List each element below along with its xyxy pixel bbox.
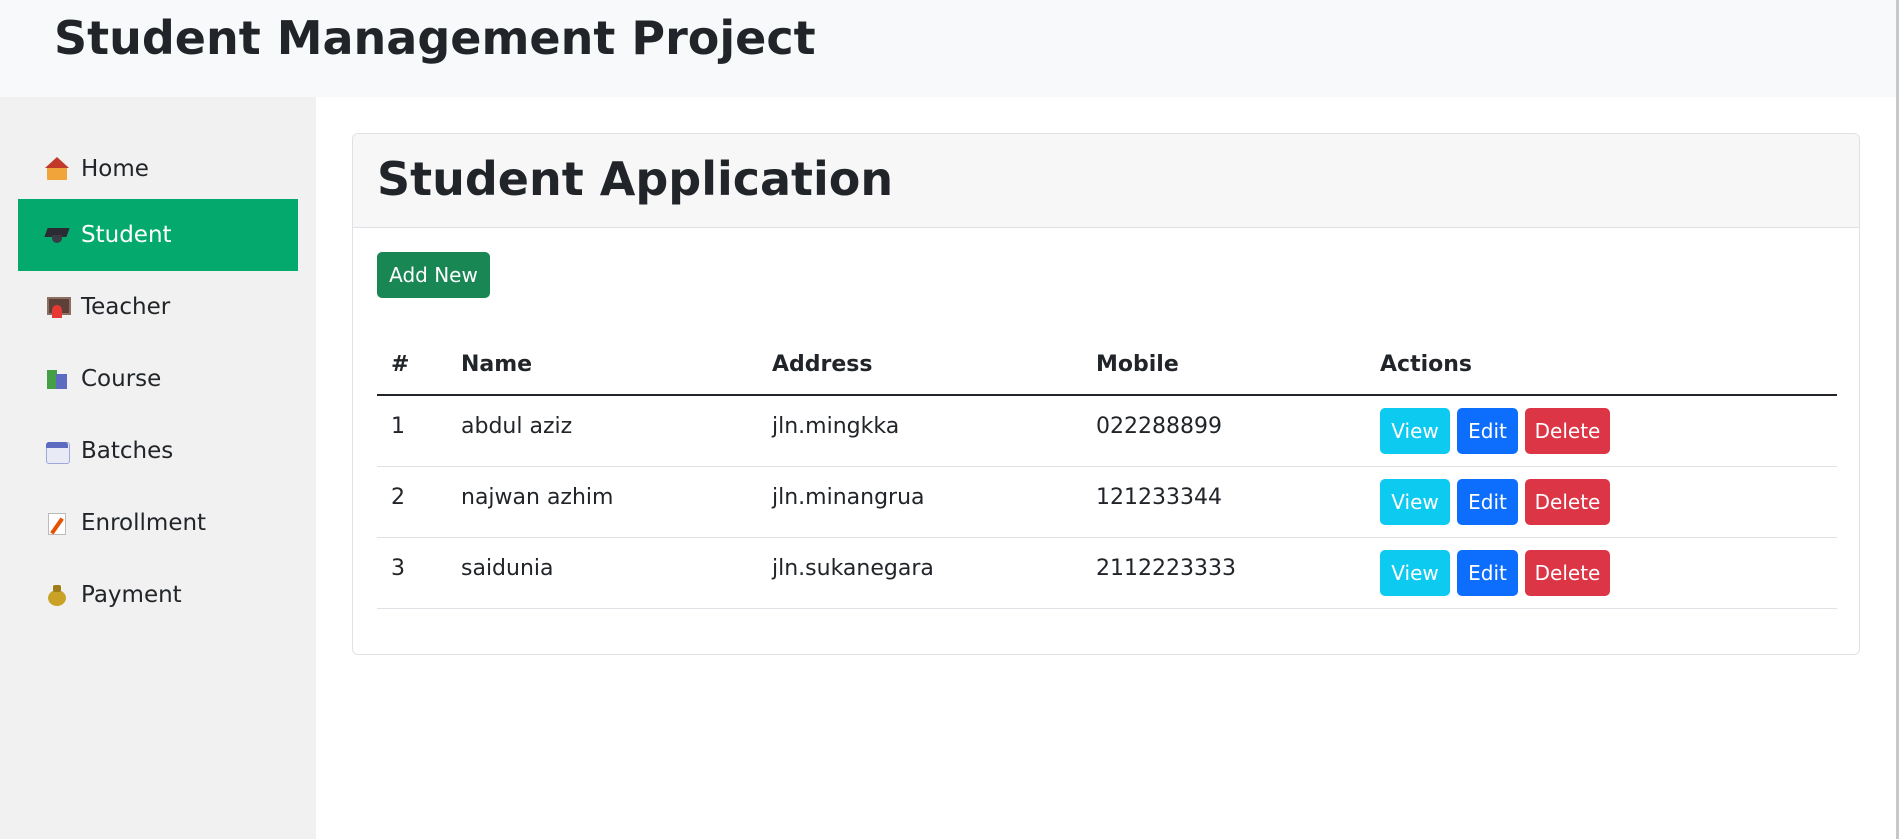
cell-mobile: 2112223333 (1096, 556, 1236, 581)
sidebar-item-label: Batches (81, 438, 174, 464)
calendar-icon (45, 439, 70, 464)
student-card: Student Application Add New # Name Addre… (352, 133, 1860, 655)
sidebar-item-label: Teacher (81, 294, 171, 320)
sidebar-item-student[interactable]: Student (18, 199, 298, 271)
header-number: # (391, 352, 410, 377)
card-header: Student Application (353, 134, 1859, 228)
app-title: Student Management Project (54, 11, 816, 65)
delete-button[interactable]: Delete (1525, 479, 1610, 525)
cell-name: saidunia (461, 556, 554, 581)
header-address: Address (772, 352, 873, 377)
cell-address: jln.mingkka (772, 414, 900, 439)
cell-id: 2 (391, 485, 405, 510)
teacher-icon (45, 295, 71, 319)
cell-id: 1 (391, 414, 405, 439)
sidebar-item-label: Student (81, 222, 172, 248)
cell-mobile: 121233344 (1096, 485, 1222, 510)
cell-address: jln.minangrua (772, 485, 925, 510)
delete-button[interactable]: Delete (1525, 550, 1610, 596)
edit-button[interactable]: Edit (1457, 408, 1518, 454)
table-row: 1 abdul aziz jln.mingkka 022288899 View … (377, 396, 1837, 467)
sidebar: Home Student Teacher Course Batches Enro… (0, 97, 316, 839)
house-icon (45, 157, 69, 181)
sidebar-item-enrollment[interactable]: Enrollment (18, 487, 298, 559)
sidebar-item-batches[interactable]: Batches (18, 415, 298, 487)
table-header: # Name Address Mobile Actions (377, 334, 1837, 396)
delete-button[interactable]: Delete (1525, 408, 1610, 454)
memo-icon (45, 511, 69, 535)
sidebar-item-label: Home (81, 156, 149, 182)
table-row: 3 saidunia jln.sukanegara 2112223333 Vie… (377, 538, 1837, 609)
sidebar-item-home[interactable]: Home (18, 133, 298, 205)
page-title: Student Application (377, 152, 894, 206)
cell-mobile: 022288899 (1096, 414, 1222, 439)
table-row: 2 najwan azhim jln.minangrua 121233344 V… (377, 467, 1837, 538)
cell-name: abdul aziz (461, 414, 573, 439)
header-name: Name (461, 352, 533, 377)
top-header: Student Management Project (0, 0, 1899, 97)
add-new-button[interactable]: Add New (377, 252, 490, 298)
edit-button[interactable]: Edit (1457, 550, 1518, 596)
sidebar-item-teacher[interactable]: Teacher (18, 271, 298, 343)
sidebar-item-label: Course (81, 366, 162, 392)
cell-id: 3 (391, 556, 405, 581)
cell-address: jln.sukanegara (772, 556, 934, 581)
books-icon (45, 367, 69, 391)
sidebar-item-payment[interactable]: Payment (18, 559, 298, 631)
header-actions: Actions (1380, 352, 1472, 377)
view-button[interactable]: View (1380, 408, 1450, 454)
view-button[interactable]: View (1380, 550, 1450, 596)
graduation-cap-icon (45, 223, 69, 247)
sidebar-item-course[interactable]: Course (18, 343, 298, 415)
header-mobile: Mobile (1096, 352, 1179, 377)
money-bag-icon (45, 583, 69, 607)
view-button[interactable]: View (1380, 479, 1450, 525)
sidebar-item-label: Payment (81, 582, 182, 608)
cell-name: najwan azhim (461, 485, 614, 510)
edit-button[interactable]: Edit (1457, 479, 1518, 525)
sidebar-item-label: Enrollment (81, 510, 207, 536)
